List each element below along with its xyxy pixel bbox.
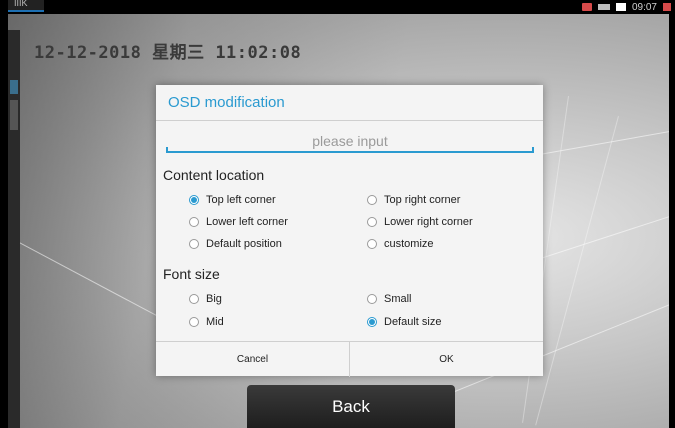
signal-icon [597,4,610,10]
cancel-button[interactable]: Cancel [156,342,349,377]
input-placeholder: please input [312,133,388,149]
radio-label: Lower right corner [384,216,473,228]
ok-button[interactable]: OK [350,342,543,377]
content-location-heading: Content location [163,167,265,183]
radio-label: customize [384,238,434,250]
side-bar-segment [10,80,18,94]
osd-text-input[interactable]: please input [166,131,534,153]
radio-circle [189,217,199,227]
title-divider [156,120,543,121]
radio-font-big[interactable]: Big [189,293,222,305]
dialog-button-bar: Cancel OK [156,341,543,377]
radio-label: Default size [384,316,442,328]
radio-label: Big [206,293,222,305]
radio-circle [367,239,377,249]
status-left-label: IIIK [14,0,28,8]
screen: IIIK 09:07 12-12-2018 星期三 11:02:08 OSD m… [0,0,675,428]
radio-font-default-size[interactable]: Default size [367,316,441,328]
radio-circle [189,195,199,205]
radio-label: Lower left corner [206,216,288,228]
radio-label: Small [384,293,412,305]
side-bar-segment [10,100,18,130]
radio-label: Mid [206,316,224,328]
radio-label: Top right corner [384,194,461,206]
radio-top-left-corner[interactable]: Top left corner [189,194,276,206]
radio-customize[interactable]: customize [367,238,434,250]
input-underline [166,151,534,153]
left-side-bar [8,30,20,428]
radio-font-small[interactable]: Small [367,293,412,305]
radio-font-mid[interactable]: Mid [189,316,224,328]
battery-icon [615,3,626,11]
notification-icon [581,3,592,11]
radio-label: Default position [206,238,282,250]
radio-circle [189,317,199,327]
radio-default-position[interactable]: Default position [189,238,282,250]
osd-timestamp: 12-12-2018 星期三 11:02:08 [34,43,302,63]
input-tick-right [532,147,534,153]
radio-top-right-corner[interactable]: Top right corner [367,194,460,206]
back-button[interactable]: Back [247,385,455,428]
alert-icon [663,3,671,11]
input-tick-left [166,147,168,153]
radio-circle [367,317,377,327]
status-bar: IIIK 09:07 [0,0,675,14]
font-size-heading: Font size [163,266,220,282]
radio-circle [367,217,377,227]
radio-lower-left-corner[interactable]: Lower left corner [189,216,288,228]
radio-circle [189,239,199,249]
radio-circle [367,294,377,304]
status-time: 09:07 [631,1,657,13]
osd-modification-dialog: OSD modification please input Content lo… [156,85,543,377]
radio-lower-right-corner[interactable]: Lower right corner [367,216,473,228]
radio-circle [189,294,199,304]
radio-circle [367,195,377,205]
status-icons: 09:07 [581,0,671,14]
dialog-title: OSD modification [168,94,285,111]
radio-label: Top left corner [206,194,276,206]
